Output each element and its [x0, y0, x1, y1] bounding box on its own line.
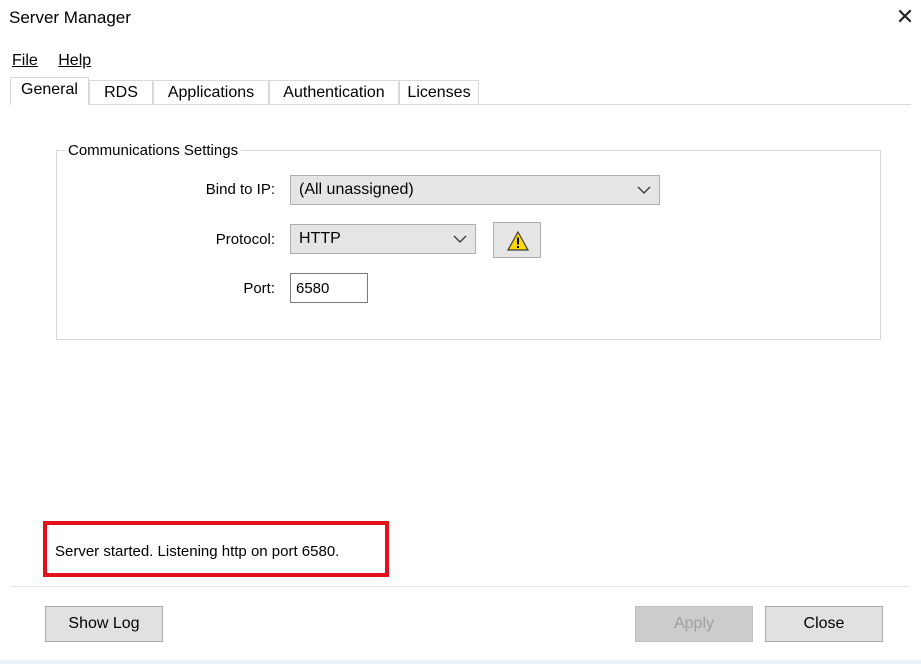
footer-separator: [10, 586, 910, 587]
protocol-value: HTTP: [299, 230, 341, 247]
port-label: Port:: [243, 280, 275, 297]
tab-divider: [10, 104, 911, 105]
tab-applications[interactable]: Applications: [153, 80, 269, 104]
tab-rds[interactable]: RDS: [89, 80, 153, 104]
tab-authentication[interactable]: Authentication: [269, 80, 399, 104]
warning-icon: [507, 231, 529, 251]
tab-licenses[interactable]: Licenses: [399, 80, 479, 104]
window-bottom-border: [0, 660, 921, 664]
menu-file-label: File: [12, 52, 38, 69]
menu-help[interactable]: Help: [58, 52, 99, 69]
chevron-down-icon: [453, 225, 467, 253]
status-message: Server started. Listening http on port 6…: [55, 543, 340, 560]
tab-strip: General RDS Applications Authentication …: [10, 77, 910, 105]
menu-help-label: Help: [58, 52, 92, 69]
close-button[interactable]: Close: [765, 606, 883, 642]
show-log-button[interactable]: Show Log: [45, 606, 163, 642]
group-title: Communications Settings: [65, 142, 242, 159]
tab-general[interactable]: General: [10, 77, 89, 105]
bind-ip-dropdown[interactable]: (All unassigned): [290, 175, 660, 205]
close-icon[interactable]: ✕: [890, 2, 920, 32]
warning-button[interactable]: [493, 222, 541, 258]
apply-button[interactable]: Apply: [635, 606, 753, 642]
menu-bar: File Help: [12, 52, 107, 70]
port-field[interactable]: [290, 273, 368, 303]
window-title: Server Manager: [9, 8, 131, 27]
chevron-down-icon: [637, 176, 651, 204]
bind-ip-label: Bind to IP:: [205, 181, 275, 198]
menu-file[interactable]: File: [12, 52, 46, 69]
bind-ip-value: (All unassigned): [299, 181, 414, 198]
protocol-label: Protocol:: [215, 231, 275, 248]
protocol-dropdown[interactable]: HTTP: [290, 224, 476, 254]
